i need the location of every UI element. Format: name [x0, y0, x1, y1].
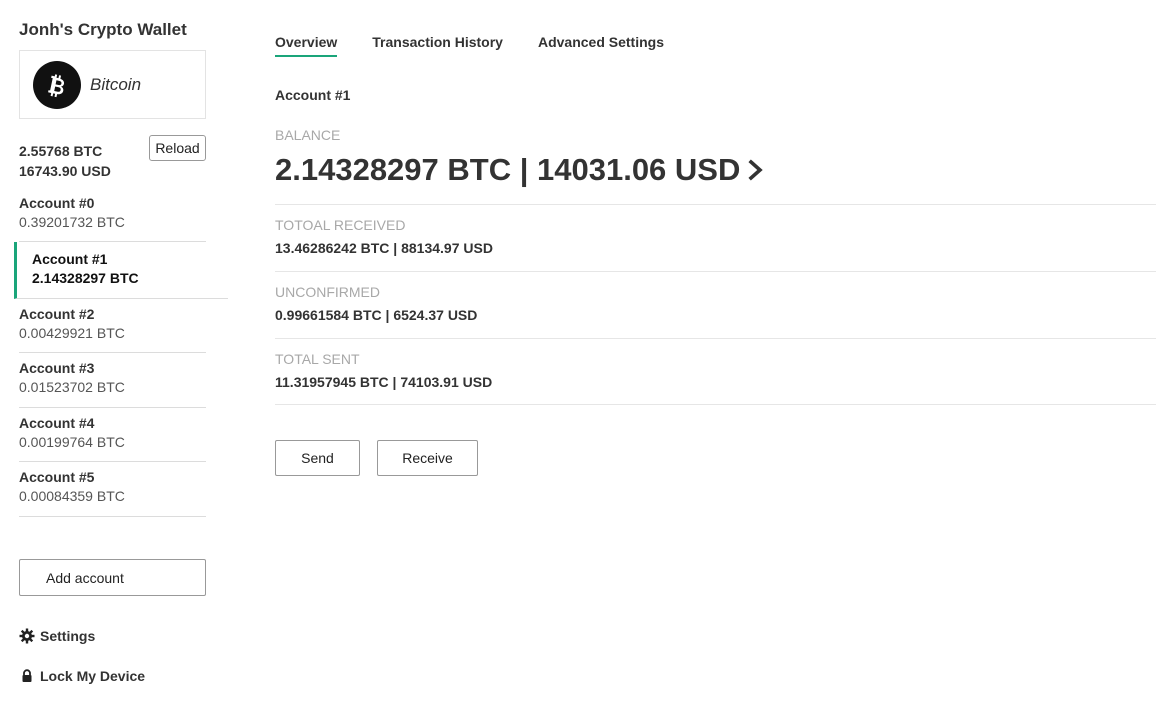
balance-label: BALANCE	[275, 127, 341, 143]
add-account-button[interactable]: Add account	[19, 559, 206, 596]
account-balance: 0.01523702 BTC	[19, 379, 125, 395]
reload-button[interactable]: Reload	[149, 135, 206, 161]
account-balance: 0.00084359 BTC	[19, 488, 125, 504]
account-item-0[interactable]: Account #0 0.39201732 BTC	[19, 188, 206, 242]
account-name: Account #5	[19, 469, 95, 485]
account-name: Account #1	[32, 251, 108, 267]
account-item-3[interactable]: Account #3 0.01523702 BTC	[19, 353, 206, 408]
bitcoin-icon	[33, 60, 81, 109]
account-heading: Account #1	[275, 87, 351, 103]
stat-value: 0.99661584 BTC | 6524.37 USD	[275, 307, 478, 323]
coin-selector[interactable]: Bitcoin	[19, 50, 206, 119]
account-item-2[interactable]: Account #2 0.00429921 BTC	[19, 299, 206, 353]
account-item-5[interactable]: Account #5 0.00084359 BTC	[19, 462, 206, 517]
account-name: Account #4	[19, 415, 95, 431]
settings-link[interactable]: Settings	[19, 628, 95, 644]
tab-transaction-history[interactable]: Transaction History	[372, 34, 503, 57]
wallet-title: Jonh's Crypto Wallet	[19, 20, 187, 39]
stat-label: TOTAL SENT	[275, 351, 360, 367]
account-item-4[interactable]: Account #4 0.00199764 BTC	[19, 408, 206, 462]
account-name: Account #3	[19, 360, 95, 376]
send-button[interactable]: Send	[275, 440, 360, 476]
account-balance: 0.00199764 BTC	[19, 434, 125, 450]
stat-label: UNCONFIRMED	[275, 284, 380, 300]
account-balance: 0.00429921 BTC	[19, 325, 125, 341]
account-name: Account #2	[19, 306, 95, 322]
lock-device-link[interactable]: Lock My Device	[19, 668, 145, 684]
account-name: Account #0	[19, 195, 95, 211]
stat-total-received: TOTOAL RECEIVED 13.46286242 BTC | 88134.…	[275, 204, 1156, 256]
account-list: Account #0 0.39201732 BTC Account #1 2.1…	[0, 188, 228, 517]
tab-bar: Overview Transaction History Advanced Se…	[275, 34, 699, 57]
lock-label: Lock My Device	[40, 668, 146, 684]
stat-value: 11.31957945 BTC | 74103.91 USD	[275, 374, 493, 390]
account-item-1-selected[interactable]: Account #1 2.14328297 BTC	[14, 242, 228, 299]
account-balance: 0.39201732 BTC	[19, 214, 125, 230]
gear-icon	[19, 628, 35, 644]
coin-name: Bitcoin	[90, 74, 142, 94]
divider	[275, 404, 1156, 405]
sidebar: Jonh's Crypto Wallet Bitcoin 2.55768 BTC…	[0, 0, 230, 718]
total-usd: 16743.90 USD	[19, 163, 111, 179]
receive-button[interactable]: Receive	[377, 440, 478, 476]
stat-value: 13.46286242 BTC | 88134.97 USD	[275, 240, 493, 256]
stat-total-sent: TOTAL SENT 11.31957945 BTC | 74103.91 US…	[275, 338, 1156, 390]
chevron-right-icon[interactable]	[748, 159, 764, 181]
main-content: Overview Transaction History Advanced Se…	[275, 0, 1156, 718]
balance-value: 2.14328297 BTC | 14031.06 USD	[275, 152, 741, 187]
stat-label: TOTOAL RECEIVED	[275, 217, 406, 233]
account-balance: 2.14328297 BTC	[32, 270, 139, 286]
total-btc: 2.55768 BTC	[19, 143, 103, 159]
wallet-totals: 2.55768 BTC 16743.90 USD	[19, 141, 111, 181]
settings-label: Settings	[40, 628, 96, 644]
tab-advanced-settings[interactable]: Advanced Settings	[538, 34, 664, 57]
balance-value-row[interactable]: 2.14328297 BTC | 14031.06 USD	[275, 152, 764, 188]
lock-icon	[19, 668, 35, 684]
stat-unconfirmed: UNCONFIRMED 0.99661584 BTC | 6524.37 USD	[275, 271, 1156, 323]
tab-overview[interactable]: Overview	[275, 34, 338, 57]
